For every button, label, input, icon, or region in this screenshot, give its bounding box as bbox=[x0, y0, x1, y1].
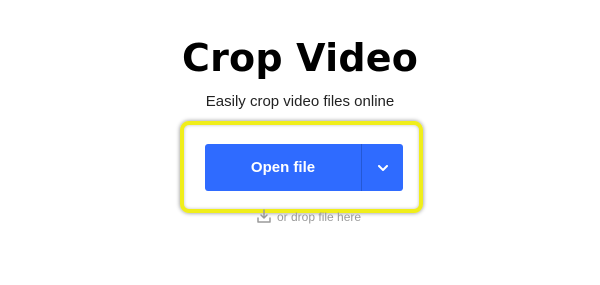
page-subtitle: Easily crop video files online bbox=[205, 93, 395, 110]
chevron-down-icon bbox=[377, 160, 388, 175]
download-tray-icon bbox=[256, 208, 272, 227]
open-file-dropdown-button[interactable] bbox=[362, 144, 403, 191]
page: Crop Video Easily crop video files onlin… bbox=[0, 0, 600, 285]
drop-hint-text: or drop file here bbox=[277, 210, 362, 224]
drop-zone-hint: or drop file here bbox=[256, 208, 361, 226]
page-title: Crop Video bbox=[181, 36, 418, 80]
open-file-button-group: Open file bbox=[205, 144, 403, 191]
open-file-button[interactable]: Open file bbox=[205, 144, 361, 191]
